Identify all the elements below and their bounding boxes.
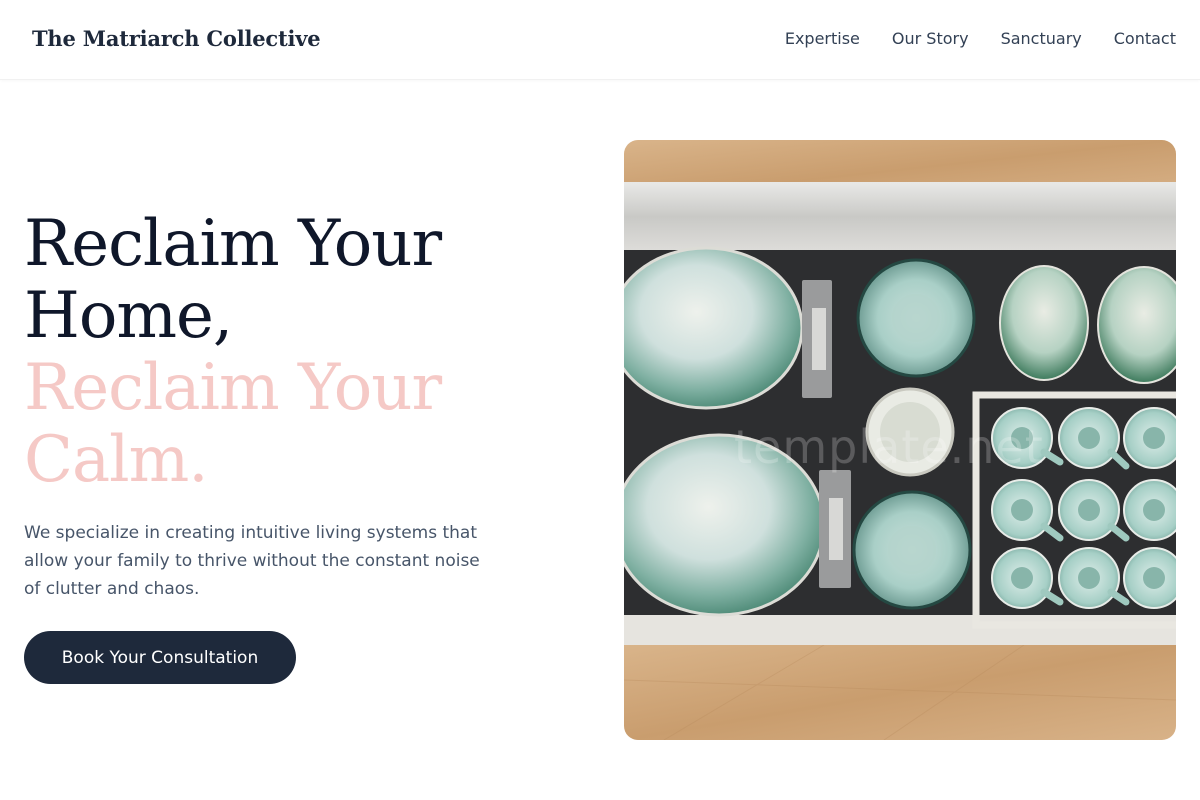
hero-accent-line-1: Reclaim Your (24, 351, 442, 425)
hero-title-line-1: Reclaim Your (24, 207, 442, 281)
hero-image-drawer-organizer: template.net (624, 140, 1176, 740)
main-nav: Expertise Our Story Sanctuary Contact (785, 29, 1176, 48)
hero-title-line-2: Home, (24, 279, 233, 353)
nav-link-sanctuary[interactable]: Sanctuary (1001, 29, 1082, 48)
nav-link-expertise[interactable]: Expertise (785, 29, 860, 48)
brand-logo[interactable]: The Matriarch Collective (32, 26, 321, 51)
site-header: The Matriarch Collective Expertise Our S… (0, 0, 1200, 80)
hero-subtitle: We specialize in creating intuitive livi… (24, 523, 480, 599)
hero-title: Reclaim Your Home, Reclaim Your Calm. (24, 208, 544, 496)
book-consultation-button[interactable]: Book Your Consultation (24, 631, 296, 684)
nav-link-our-story[interactable]: Our Story (892, 29, 969, 48)
image-watermark: template.net (734, 420, 1044, 474)
nav-link-contact[interactable]: Contact (1114, 29, 1176, 48)
hero-accent-line-2: Calm. (24, 423, 209, 497)
